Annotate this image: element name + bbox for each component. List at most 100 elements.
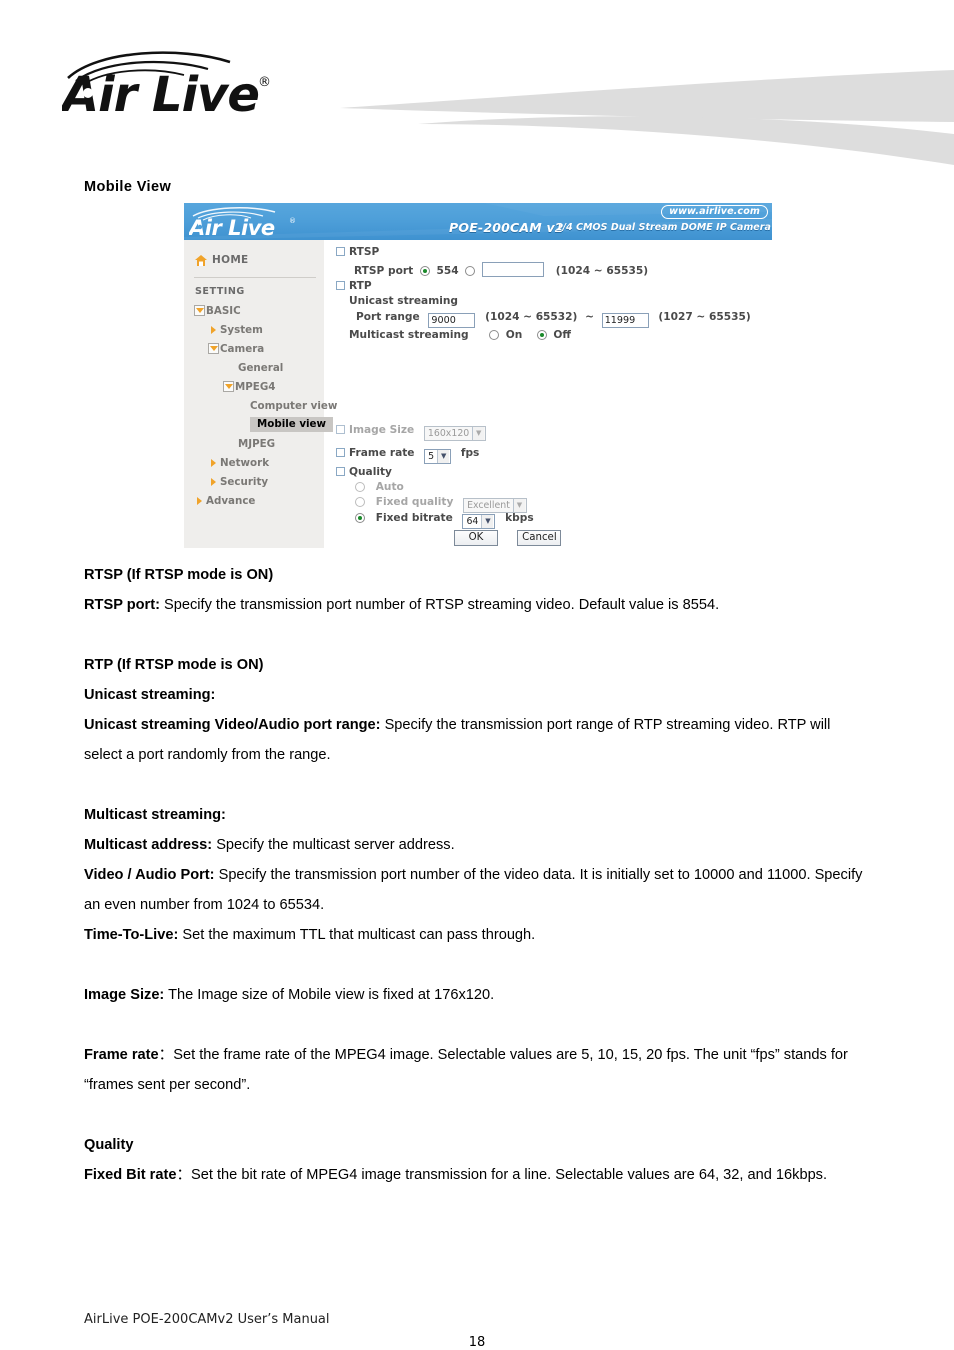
rtsp-port-default-radio[interactable] (419, 266, 430, 276)
app-website-link[interactable]: www.airlive.com (661, 205, 768, 219)
page-title: Mobile View (84, 179, 172, 195)
sidebar-item-mpeg4[interactable]: MPEG4 (184, 377, 324, 396)
frame-rate-unit: fps (460, 447, 480, 459)
fixed-quality-radio[interactable] (355, 497, 365, 507)
quality-auto-radio[interactable] (355, 482, 365, 492)
fixed-quality-select[interactable]: Excellent ▼ (463, 498, 527, 513)
chevron-down-icon: ▼ (481, 515, 494, 528)
sidebar-item-label: Network (220, 456, 270, 469)
sidebar-item-label: MJPEG (238, 437, 276, 450)
sidebar-home-label: HOME (212, 254, 249, 266)
rtsp-port-custom-radio[interactable] (465, 266, 476, 276)
app-settings-form: RTSP RTSP port 554 (1024 ~ 65535) RTP Un… (324, 240, 772, 548)
body-heading-text: Multicast streaming: (84, 807, 226, 823)
paragraph-term: Unicast streaming Video/Audio port range… (84, 717, 381, 733)
paragraph-term: Multicast address: (84, 837, 213, 853)
fixed-bitrate-select[interactable]: 64 ▼ (462, 514, 496, 529)
fixed-bitrate-label: Fixed bitrate (375, 512, 453, 524)
app-content: HOME SETTING BASIC System Camera General… (184, 240, 772, 548)
quality-checkbox[interactable] (336, 467, 345, 476)
image-size-select[interactable]: 160x120 ▼ (423, 426, 487, 441)
frame-rate-row: Frame rate 5 ▼ fps (336, 447, 479, 464)
sidebar-item-label: Mobile view (250, 417, 334, 432)
rtp-group-checkbox[interactable] (336, 281, 345, 290)
rtsp-port-default-value: 554 (436, 265, 459, 277)
rtsp-port-input[interactable] (482, 262, 545, 277)
chevron-down-icon: ▼ (437, 450, 450, 463)
quality-auto-row: Auto (352, 481, 404, 493)
sidebar-item-home[interactable]: HOME (184, 250, 324, 270)
paragraph-body: ：Set the frame rate of the MPEG4 image. … (84, 1047, 848, 1093)
body-heading-text: Unicast streaming: (84, 687, 216, 703)
quality-label: Quality (349, 466, 392, 478)
body-heading-text: RTP (If RTSP mode is ON) (84, 657, 264, 673)
rtsp-group-label: RTSP (336, 246, 379, 258)
sidebar-item-system[interactable]: System (184, 320, 324, 339)
multicast-streaming-row: Multicast streaming On Off (349, 329, 571, 341)
sidebar-item-security[interactable]: Security (184, 472, 324, 491)
paragraph-term: Video / Audio Port: (84, 867, 215, 883)
rtp-group-text: RTP (349, 280, 372, 292)
document-body: Mobile View Air Live ® POE-200CAM v2 1/4… (0, 179, 954, 1190)
ok-button[interactable]: OK (454, 530, 498, 546)
port-range-end-input[interactable]: 11999 (601, 313, 649, 328)
cancel-button[interactable]: Cancel (517, 530, 562, 546)
body-heading: Quality (84, 1130, 870, 1160)
paragraph-term: Fixed Bit rate (84, 1167, 177, 1183)
multicast-off-radio[interactable] (536, 330, 547, 340)
paragraph-body: Specify the transmission port number of … (159, 597, 720, 613)
sidebar-item-mjpeg[interactable]: MJPEG (184, 434, 324, 453)
svg-text:®: ® (289, 217, 296, 225)
frame-rate-select[interactable]: 5 ▼ (424, 449, 452, 464)
rtsp-group-checkbox[interactable] (336, 247, 345, 256)
camera-config-screenshot: Air Live ® POE-200CAM v2 1/4 CMOS Dual S… (184, 203, 772, 548)
sidebar-item-label: MPEG4 (235, 380, 276, 393)
paragraph-term: RTSP port: (84, 597, 160, 613)
multicast-on-radio[interactable] (489, 330, 500, 340)
sidebar-item-advance[interactable]: Advance (184, 491, 324, 510)
chevron-right-icon (207, 477, 220, 486)
paragraph-body: The Image size of Mobile view is fixed a… (164, 987, 495, 1003)
sidebar-item-computer-view[interactable]: Computer view (184, 396, 337, 415)
sidebar-item-mobile-view[interactable]: Mobile view (184, 415, 334, 434)
home-icon (195, 254, 207, 266)
airlive-logo-mark: Air Live ® (58, 51, 271, 123)
frame-rate-value: 5 (428, 451, 435, 462)
body-paragraph: Video / Audio Port: Specify the transmis… (84, 860, 870, 920)
app-model-description: 1/4 CMOS Dual Stream DOME IP Camera (556, 222, 771, 233)
image-size-checkbox[interactable] (336, 425, 345, 434)
unicast-streaming-label: Unicast streaming (349, 295, 458, 307)
sidebar-item-network[interactable]: Network (184, 453, 324, 472)
fixed-bitrate-unit: kbps (505, 512, 534, 524)
frame-rate-checkbox[interactable] (336, 448, 345, 457)
sidebar-item-label: Advance (206, 494, 256, 507)
body-paragraph: Unicast streaming Video/Audio port range… (84, 710, 870, 770)
svg-text:®: ® (258, 75, 271, 90)
sidebar-item-basic[interactable]: BASIC (184, 301, 324, 320)
fixed-bitrate-value: 64 (466, 516, 479, 527)
port-range-separator: ~ (585, 311, 594, 323)
chevron-down-icon: ▼ (472, 427, 485, 440)
body-paragraph: Time-To-Live: Set the maximum TTL that m… (84, 920, 870, 950)
image-size-row: Image Size 160x120 ▼ (336, 424, 487, 441)
sidebar-item-label: General (238, 361, 284, 374)
body-paragraph: Frame rate：Set the frame rate of the MPE… (84, 1040, 870, 1100)
sidebar-item-general[interactable]: General (184, 358, 324, 377)
paragraph-term: Image Size: (84, 987, 165, 1003)
rtsp-group-text: RTSP (349, 246, 380, 258)
port-range-end-hint: (1027 ~ 65535) (658, 311, 751, 323)
port-range-start-input[interactable]: 9000 (428, 313, 476, 328)
quality-group-label: Quality (336, 466, 392, 478)
rtsp-port-row: RTSP port 554 (1024 ~ 65535) (354, 262, 648, 277)
fixed-bitrate-radio[interactable] (355, 513, 365, 523)
page-number: 18 (468, 1335, 486, 1350)
sidebar-item-label: Security (220, 475, 269, 488)
multicast-off-label: Off (553, 329, 571, 341)
fixed-quality-value: Excellent (467, 500, 510, 511)
page-footer: AirLive POE-200CAMv2 User’s Manual 18 (84, 1312, 870, 1350)
image-size-value: 160x120 (427, 428, 470, 439)
sidebar-item-camera[interactable]: Camera (184, 339, 324, 358)
